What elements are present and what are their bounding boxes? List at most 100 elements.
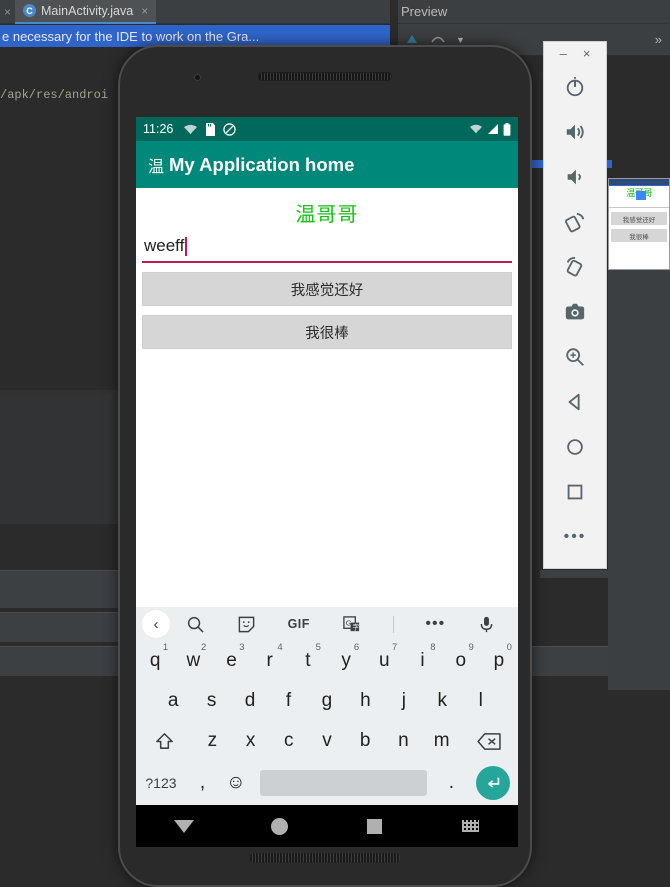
key-num: 5	[315, 642, 321, 653]
svg-text:x: x	[477, 130, 480, 135]
keyboard-row-4: ?123 , ☺ .	[136, 761, 518, 805]
key-q[interactable]: 1q	[136, 641, 174, 681]
key-spacebar[interactable]	[260, 770, 427, 796]
panel-band-lower	[0, 570, 135, 608]
chevron-left-icon[interactable]: ‹	[142, 610, 170, 638]
key-period[interactable]: .	[435, 772, 468, 794]
text-input-field[interactable]: weeff	[142, 236, 512, 263]
nav-home-button[interactable]	[232, 817, 328, 835]
back-icon[interactable]	[553, 379, 597, 424]
key-num: 2	[201, 642, 207, 653]
key-num: 0	[506, 642, 512, 653]
emoji-icon[interactable]: ☺	[219, 772, 252, 794]
key-comma[interactable]: ,	[186, 772, 219, 794]
key-e[interactable]: 3e	[212, 641, 250, 681]
key-label: t	[305, 650, 311, 671]
nav-back-button[interactable]	[136, 819, 232, 833]
text-caret	[185, 237, 188, 256]
key-s[interactable]: s	[192, 681, 230, 721]
gif-icon[interactable]: GIF	[288, 617, 310, 631]
key-t[interactable]: 5t	[289, 641, 327, 681]
key-b[interactable]: b	[346, 721, 384, 761]
layout-mini-preview[interactable]: 温哥哥 我感觉还好 我很棒	[608, 178, 670, 270]
key-l[interactable]: l	[462, 681, 500, 721]
overview-icon[interactable]	[553, 469, 597, 514]
key-num: 3	[239, 642, 245, 653]
mini-preview-button-1[interactable]: 我感觉还好	[611, 212, 667, 225]
nav-recents-button[interactable]	[327, 818, 423, 834]
keyboard-row-1: 1q 2w 3e 4r 5t 6y 7u 8i 9o 0p	[136, 641, 518, 681]
emulator-toolbar: – × •••	[543, 41, 607, 569]
key-h[interactable]: h	[346, 681, 384, 721]
keyboard-switch-icon	[461, 820, 479, 832]
key-v[interactable]: v	[308, 721, 346, 761]
enter-icon	[476, 766, 511, 800]
key-k[interactable]: k	[423, 681, 461, 721]
key-w[interactable]: 2w	[174, 641, 212, 681]
power-icon[interactable]	[553, 64, 597, 109]
keyboard-row-3: z x c v b n m	[136, 721, 518, 761]
close-icon[interactable]: ×	[141, 4, 148, 18]
translate-icon[interactable]: G 字	[342, 615, 361, 634]
earpiece-speaker	[258, 72, 392, 81]
shift-icon[interactable]	[136, 721, 193, 761]
key-m[interactable]: m	[423, 721, 461, 761]
minimize-icon[interactable]: –	[560, 47, 567, 60]
soft-keyboard: ‹ GIF G 字 ••• 1 q 2 w 3 e 4 r 5 t 6 y 7 …	[136, 607, 518, 805]
more-options-icon[interactable]: •••	[553, 514, 597, 559]
tab-mainactivity-java[interactable]: C MainActivity.java ×	[15, 0, 157, 24]
wifi-off-icon: x	[183, 123, 198, 136]
key-p[interactable]: 0p	[480, 641, 518, 681]
key-f[interactable]: f	[269, 681, 307, 721]
mini-selection-handle[interactable]	[636, 191, 646, 200]
class-java-icon: C	[23, 4, 37, 17]
button-im-great[interactable]: 我很棒	[142, 315, 512, 349]
volume-down-icon[interactable]	[553, 154, 597, 199]
svg-text:x: x	[193, 130, 196, 136]
key-label: q	[149, 650, 161, 671]
key-u[interactable]: 7u	[365, 641, 403, 681]
key-y[interactable]: 6y	[327, 641, 365, 681]
chevron-down-icon[interactable]: ▼	[456, 35, 465, 45]
key-j[interactable]: j	[385, 681, 423, 721]
tab-close-left-icon[interactable]: ×	[0, 5, 15, 19]
circle-home-icon	[270, 817, 288, 835]
key-label: w	[186, 650, 201, 671]
navigation-bar	[136, 805, 518, 847]
key-i[interactable]: 8i	[403, 641, 441, 681]
more-options-icon[interactable]: •••	[425, 615, 445, 633]
sticker-icon[interactable]	[237, 615, 256, 634]
rotate-left-icon[interactable]	[553, 199, 597, 244]
key-a[interactable]: a	[154, 681, 192, 721]
android-emulator-device: 11:26 x x 温 My Application home 温哥哥 weef…	[118, 45, 532, 887]
key-symbols-123[interactable]: ?123	[136, 775, 186, 791]
key-label: y	[341, 650, 351, 671]
key-label: r	[266, 650, 273, 671]
rotate-right-icon[interactable]	[553, 244, 597, 289]
search-icon[interactable]	[186, 615, 205, 634]
backspace-icon[interactable]	[461, 721, 518, 761]
volume-up-icon[interactable]	[553, 109, 597, 154]
overflow-chevron-icon[interactable]: »	[655, 32, 662, 47]
wifi-off-icon: x	[469, 123, 483, 135]
home-icon[interactable]	[553, 424, 597, 469]
key-label: u	[379, 650, 390, 671]
key-d[interactable]: d	[231, 681, 269, 721]
key-enter[interactable]	[468, 766, 518, 800]
highlighted-code-text: e necessary for the IDE to work on the G…	[2, 28, 260, 44]
key-r[interactable]: 4r	[251, 641, 289, 681]
key-g[interactable]: g	[308, 681, 346, 721]
mini-preview-button-2[interactable]: 我很棒	[611, 229, 667, 242]
key-z[interactable]: z	[193, 721, 231, 761]
zoom-in-icon[interactable]	[553, 334, 597, 379]
key-c[interactable]: c	[270, 721, 308, 761]
mic-icon[interactable]	[477, 615, 496, 634]
screenshot-camera-icon[interactable]	[553, 289, 597, 334]
key-n[interactable]: n	[384, 721, 422, 761]
close-icon[interactable]: ×	[583, 47, 591, 60]
highlighted-code-line: e necessary for the IDE to work on the G…	[0, 25, 390, 47]
nav-keyboard-switch-button[interactable]	[423, 820, 519, 832]
key-o[interactable]: 9o	[442, 641, 480, 681]
button-feeling-ok[interactable]: 我感觉还好	[142, 272, 512, 306]
key-x[interactable]: x	[232, 721, 270, 761]
